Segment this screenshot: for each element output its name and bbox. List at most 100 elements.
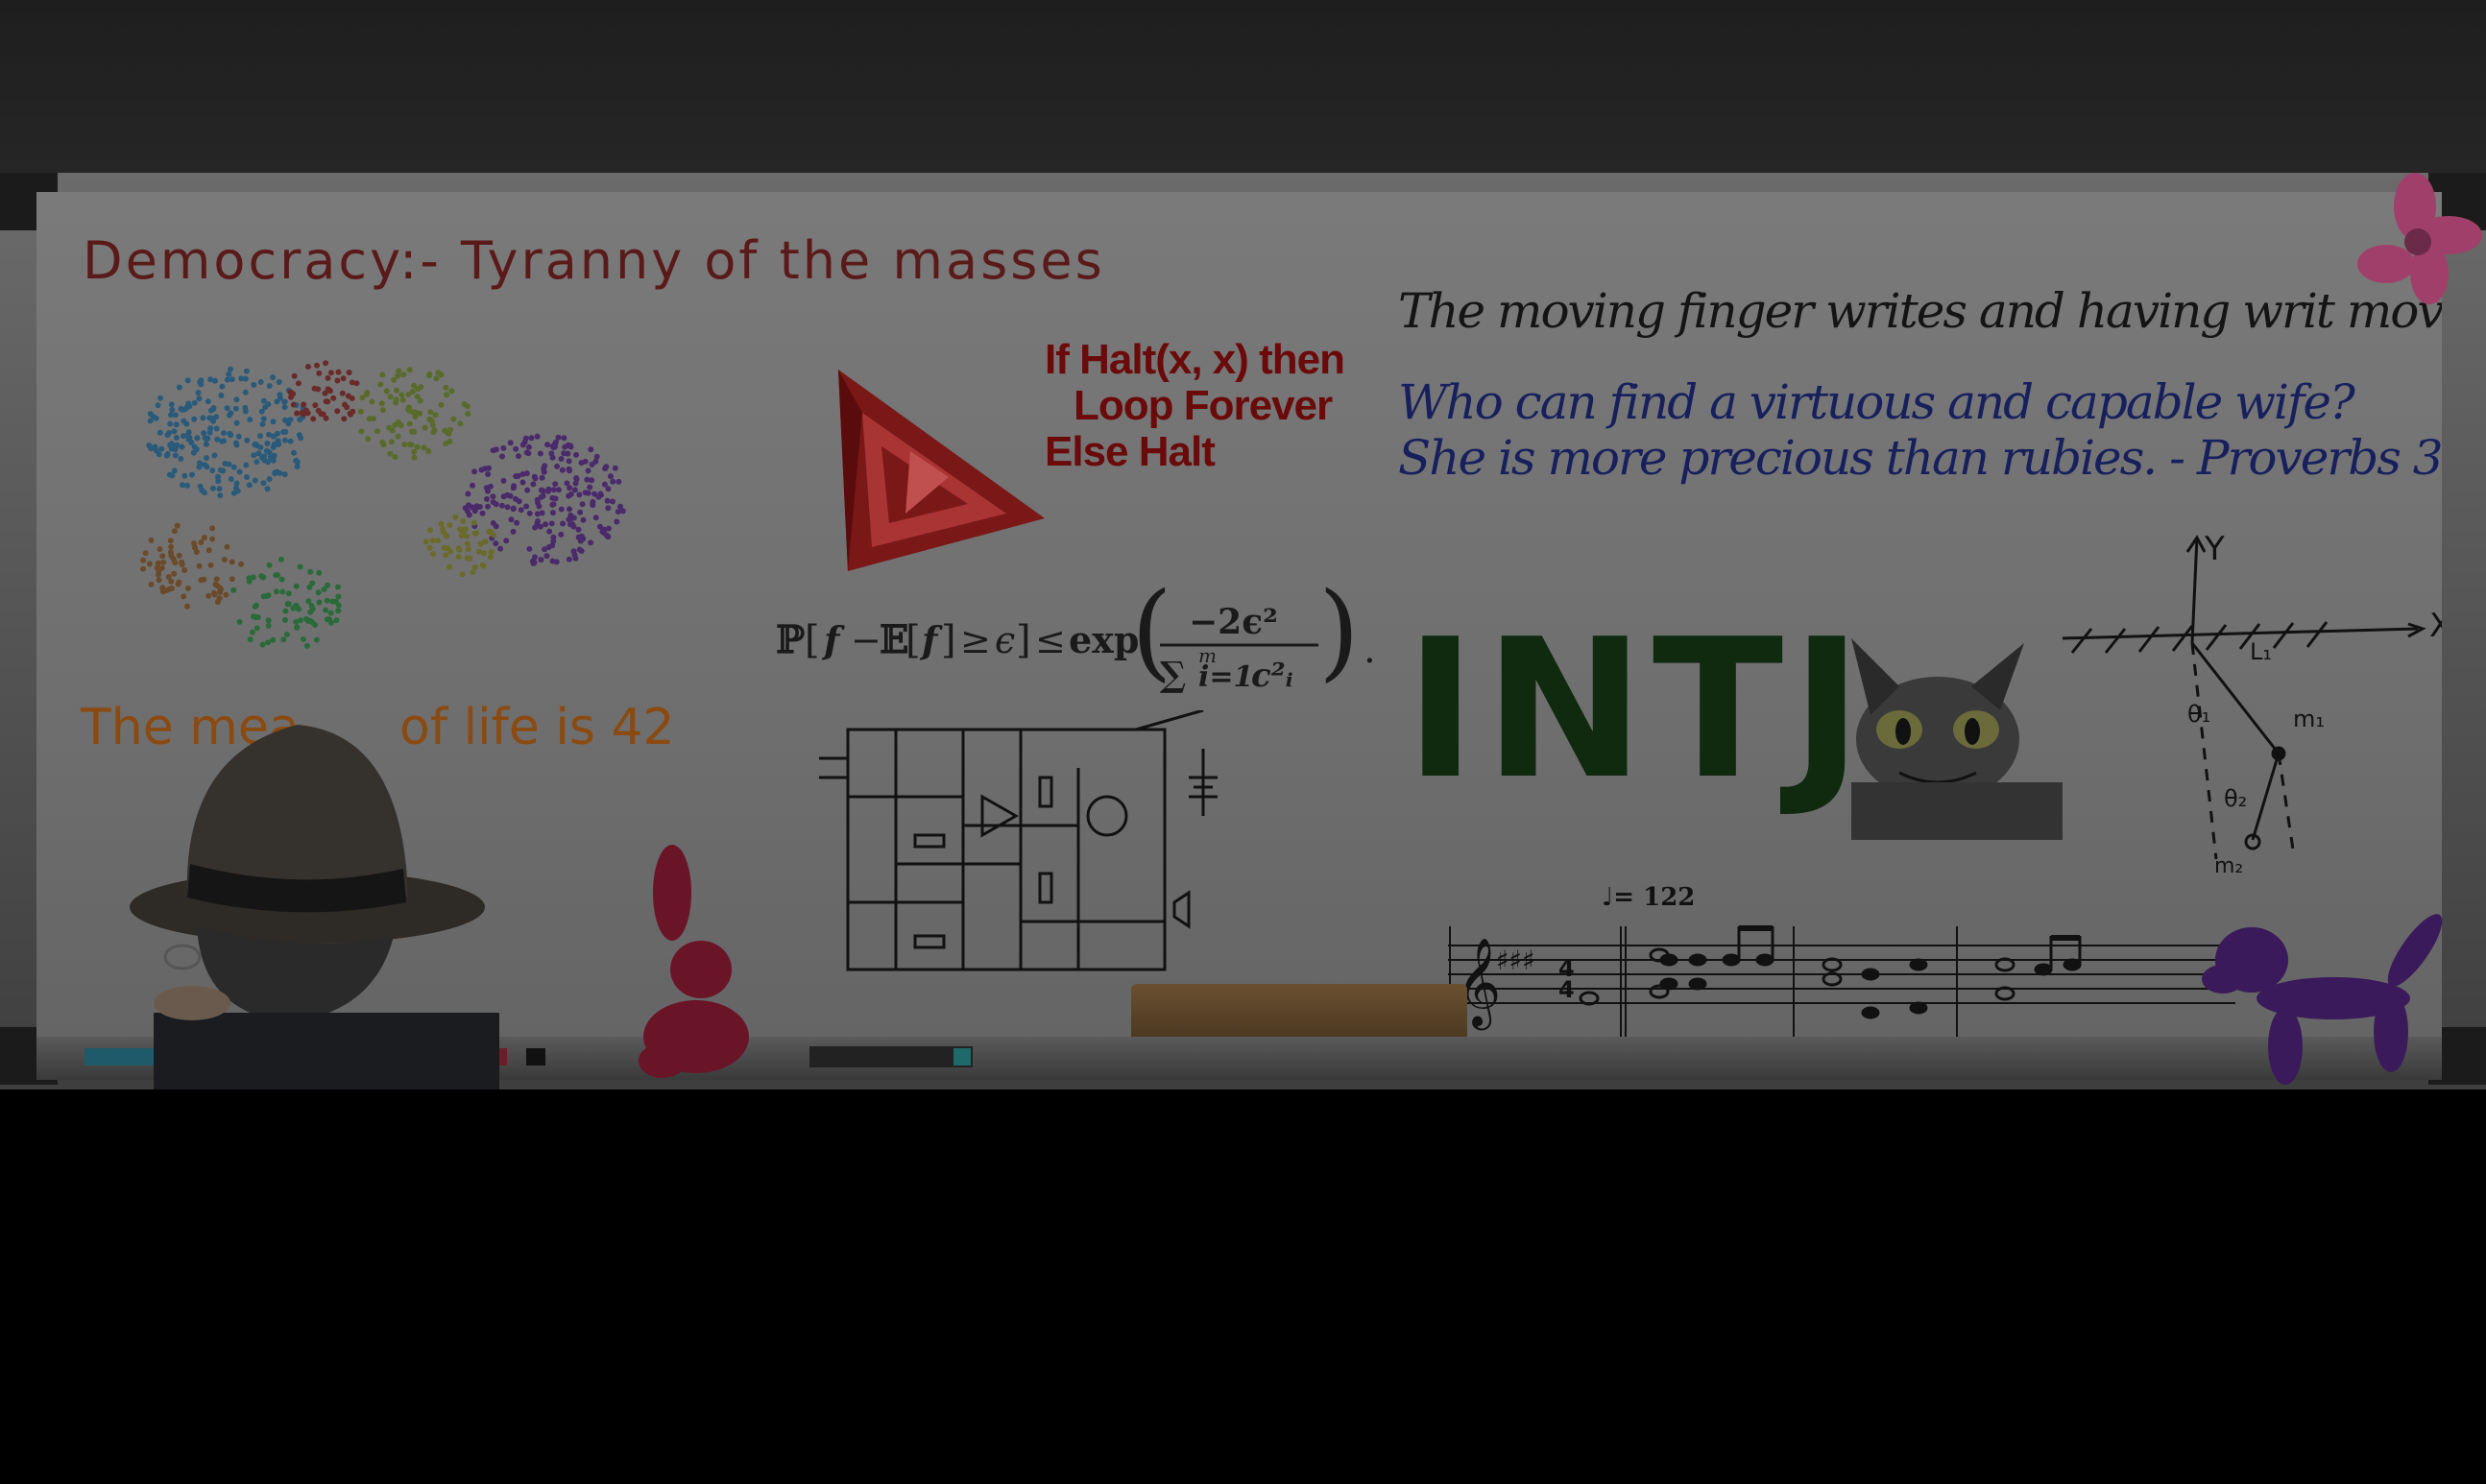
graph-node [217,492,224,499]
graph-node [142,550,149,557]
graph-node [567,443,574,450]
graph-node [588,446,594,453]
graph-node [387,394,394,400]
graph-node [280,636,287,643]
graph-node [455,554,462,561]
graph-node [406,420,413,427]
hoeffding-inequality: ℙ [ f − 𝔼 [ f ] ≥ ϵ ] ≤ exp ( −2ϵ² ∑ i=1… [776,586,1376,695]
svg-text:∑: ∑ [1160,655,1186,695]
axis-x-label: X [2429,607,2442,645]
graph-node [278,556,284,562]
svg-text:]: ] [1016,618,1031,662]
graph-node [559,467,566,473]
graph-node [550,501,557,508]
democracy-text: Democracy:- Tyranny of the masses [83,230,1105,291]
graph-node [528,435,535,442]
graph-node [173,421,180,428]
graph-node [158,445,165,452]
graph-node [266,562,273,568]
graph-node [537,523,543,530]
graph-node [388,439,395,445]
graph-node [261,453,267,460]
graph-node [363,392,370,397]
graph-node [575,526,582,533]
graph-node [561,450,567,457]
graph-node [285,601,292,608]
graph-node [252,603,258,610]
graph-node [431,427,438,434]
graph-node [555,434,562,441]
graph-node [484,496,490,502]
graph-node [276,379,282,385]
graph-node [392,421,398,428]
graph-node [539,474,545,481]
svg-text:m: m [1198,644,1217,667]
graph-node [266,383,273,389]
graph-node [561,435,567,442]
graph-node [163,452,170,459]
graph-node [335,369,342,375]
graph-node [544,442,551,448]
graph-node [213,576,220,583]
graph-node [293,619,300,625]
graph-node [552,481,559,488]
graph-node [471,563,478,570]
graph-node [541,468,547,475]
graph-node [487,554,494,561]
graph-node [514,519,520,526]
graph-node [440,529,447,536]
graph-node [549,542,556,549]
graph-node [578,533,585,539]
graph-node [205,547,212,554]
graph-node [540,488,546,494]
graph-node [271,441,278,447]
graph-node [374,428,381,435]
graph-node [205,592,212,599]
graph-node [209,536,216,542]
graph-node [455,545,462,552]
graph-node [236,618,243,625]
graph-node [148,581,155,587]
graph-node [168,543,175,550]
graph-node [181,593,187,600]
graph-node [617,503,623,510]
graph-node [443,552,448,559]
graph-node [435,538,442,544]
graph-node [316,569,323,576]
graph-node [387,450,394,457]
graph-node [159,585,166,591]
graph-node [183,420,190,427]
graph-node [281,437,288,443]
graph-node [179,443,185,450]
graph-node [207,562,214,568]
graph-node [246,578,253,585]
moving-finger-text: The moving finger writes and having writ… [1398,283,2442,339]
balloon-dog [2202,914,2443,1085]
graph-node [459,571,466,578]
graph-node [549,443,556,449]
graph-node [460,517,467,524]
graph-node [252,477,258,484]
graph-node [476,548,483,555]
graph-node [516,453,521,460]
graph-node [571,552,578,558]
graph-node [157,429,163,436]
graph-node [174,522,181,529]
svg-text:ϵ: ϵ [995,619,1015,661]
pink-flower [2357,173,2482,304]
graph-node [426,544,433,551]
graph-node [221,557,228,562]
graph-node [482,466,489,472]
graph-node [243,462,250,468]
graph-node [430,551,437,558]
graph-node [335,593,342,600]
graph-node [247,636,253,643]
graph-node [315,407,322,414]
graph-node [546,528,553,535]
graph-node [260,397,267,404]
graph-node [326,616,333,623]
graph-node [518,507,524,514]
graph-node [408,442,415,448]
graph-node [260,574,267,581]
graph-node [391,376,398,383]
